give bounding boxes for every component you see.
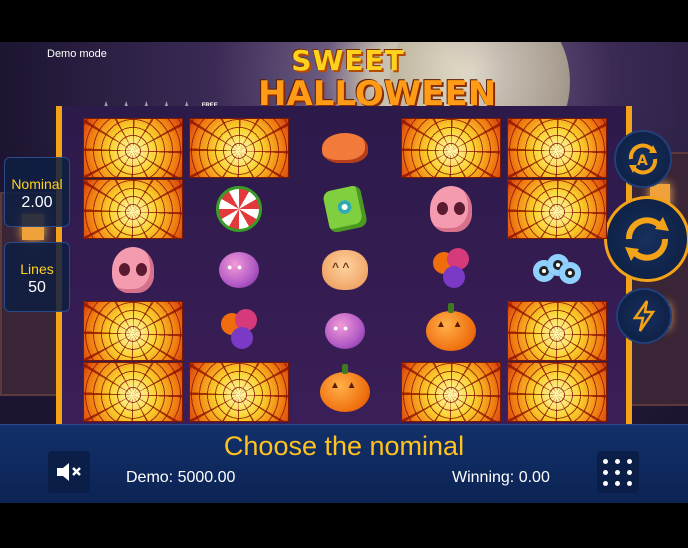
menu-dots-icon bbox=[627, 480, 632, 486]
reel-cell bbox=[189, 301, 289, 361]
autoplay-button[interactable]: A bbox=[614, 130, 672, 188]
spider-web-symbol bbox=[83, 301, 183, 361]
spider-web-symbol bbox=[189, 118, 289, 178]
menu-dots-icon bbox=[615, 469, 620, 475]
menu-dots-icon bbox=[603, 458, 608, 464]
bat-symbol bbox=[322, 133, 368, 163]
menu-dots-icon bbox=[627, 458, 632, 464]
reel-5 bbox=[507, 42, 607, 422]
spider-web-symbol bbox=[507, 301, 607, 361]
zombie-hand-symbol bbox=[322, 184, 368, 234]
menu-dots-icon bbox=[603, 480, 608, 486]
reel-cell bbox=[189, 240, 289, 300]
reel-cell bbox=[401, 240, 501, 300]
spider-symbol bbox=[219, 252, 259, 288]
reel-cell bbox=[189, 179, 289, 239]
menu-dots-icon bbox=[615, 480, 620, 486]
demo-balance: Demo: 5000.00 bbox=[126, 469, 236, 486]
candy-ring-symbol bbox=[216, 186, 262, 232]
menu-dots-icon bbox=[603, 469, 608, 475]
spider-symbol bbox=[325, 313, 365, 349]
spider-web-symbol bbox=[507, 118, 607, 178]
spin-button[interactable] bbox=[604, 196, 688, 282]
autoplay-a-icon: A bbox=[628, 143, 658, 175]
pumpkin-symbol bbox=[426, 303, 476, 351]
turbo-button[interactable] bbox=[616, 288, 672, 344]
menu-dots-icon bbox=[627, 469, 632, 475]
cat-symbol bbox=[322, 250, 368, 290]
status-message: Choose the nominal bbox=[223, 431, 465, 461]
pumpkin-symbol bbox=[320, 364, 370, 412]
reel-cell bbox=[507, 240, 607, 300]
skull-symbol bbox=[112, 247, 154, 293]
reel-cell bbox=[295, 118, 395, 178]
eyeballs-symbol bbox=[531, 252, 583, 288]
lollipop-symbol bbox=[217, 309, 261, 353]
bottom-bar: Choose the nominal Demo: 5000.00 Winning… bbox=[0, 424, 688, 503]
reel-2 bbox=[189, 42, 289, 422]
skull-symbol bbox=[430, 186, 472, 232]
lines-value: 50 bbox=[28, 279, 46, 296]
reel-cell bbox=[295, 240, 395, 300]
reel-4 bbox=[401, 42, 501, 422]
reel-cell bbox=[295, 362, 395, 422]
speaker-muted-icon bbox=[57, 463, 81, 481]
spin-arrow-icon bbox=[625, 217, 669, 261]
reel-cell bbox=[295, 179, 395, 239]
spider-web-symbol bbox=[507, 179, 607, 239]
menu-dots-icon bbox=[615, 458, 620, 464]
reel-cell bbox=[83, 240, 183, 300]
svg-text:A: A bbox=[637, 153, 648, 169]
spider-web-symbol bbox=[83, 179, 183, 239]
lines-label: Lines bbox=[20, 261, 54, 277]
spider-web-symbol bbox=[83, 118, 183, 178]
spider-web-symbol bbox=[189, 362, 289, 422]
nominal-button[interactable]: Nominal 2.00 bbox=[4, 157, 70, 227]
reel-1 bbox=[83, 42, 183, 422]
reel-cell bbox=[401, 179, 501, 239]
spider-web-symbol bbox=[83, 362, 183, 422]
reel-cell bbox=[401, 301, 501, 361]
spider-web-symbol bbox=[507, 362, 607, 422]
menu-button[interactable] bbox=[597, 451, 639, 493]
nominal-label: Nominal bbox=[11, 176, 63, 192]
spider-web-symbol bbox=[401, 362, 501, 422]
lollipop-symbol bbox=[429, 248, 473, 292]
reel-3 bbox=[295, 42, 395, 412]
spider-web-symbol bbox=[401, 118, 501, 178]
reel-cell bbox=[295, 301, 395, 361]
nominal-value: 2.00 bbox=[21, 194, 53, 211]
lines-button[interactable]: Lines 50 bbox=[4, 242, 70, 312]
lightning-icon bbox=[632, 300, 656, 332]
sound-toggle-button[interactable] bbox=[48, 451, 90, 493]
winning-amount: Winning: 0.00 bbox=[452, 469, 550, 486]
